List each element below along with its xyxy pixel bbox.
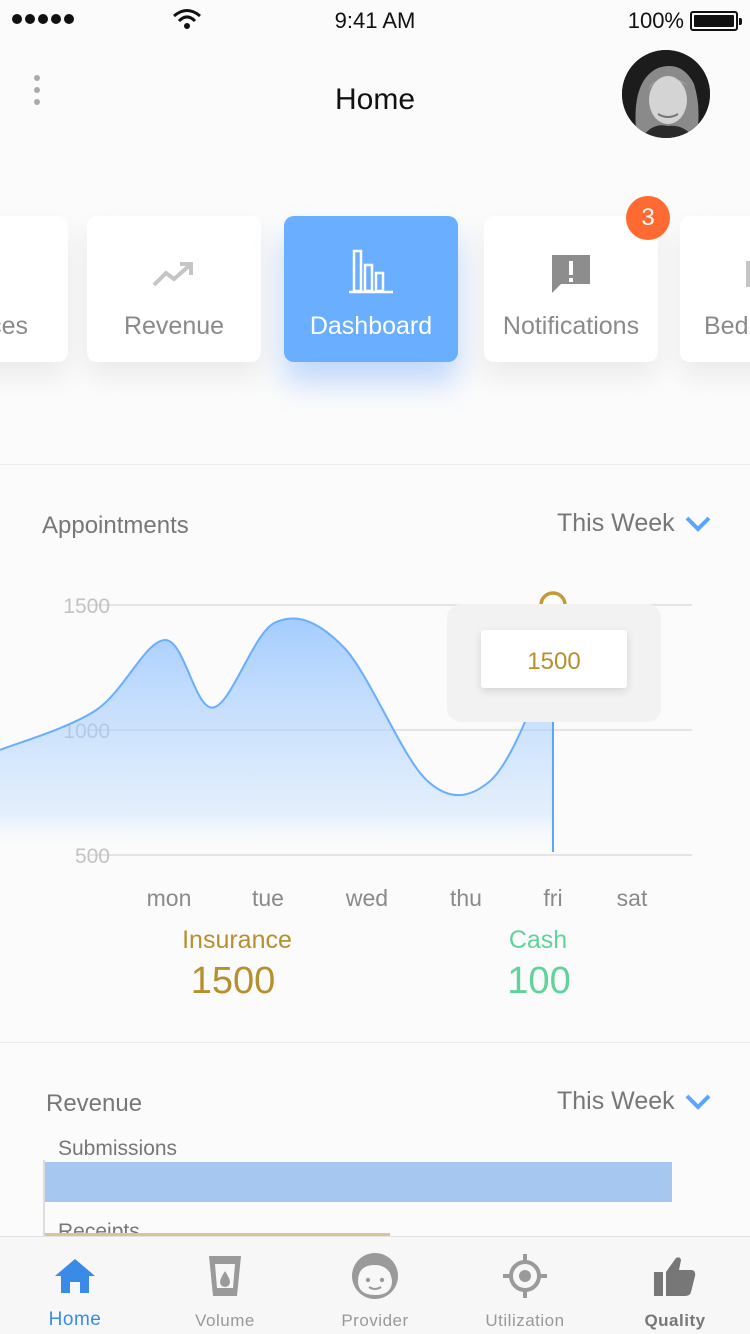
- tab-provider[interactable]: Provider: [300, 1237, 450, 1334]
- chevron-down-icon: [685, 516, 711, 532]
- bar-submissions: [45, 1162, 672, 1202]
- tile-services[interactable]: ces: [0, 216, 68, 362]
- tab-label: Utilization: [485, 1311, 565, 1330]
- bar-label-submissions: Submissions: [58, 1137, 178, 1160]
- appointments-title: Appointments: [42, 512, 189, 539]
- chart-tooltip: 1500: [447, 604, 661, 722]
- tile-label: Notifications: [502, 312, 640, 340]
- alert-message-icon: [484, 246, 658, 302]
- tab-utilization[interactable]: Utilization: [450, 1237, 600, 1334]
- range-label: This Week: [557, 509, 675, 537]
- range-label: This Week: [557, 1087, 675, 1115]
- battery-icon: [690, 11, 742, 31]
- tab-label: Volume: [195, 1311, 255, 1330]
- trend-up-icon: [87, 246, 261, 302]
- y-tick-label: 1500: [63, 595, 110, 618]
- target-icon: [450, 1251, 600, 1301]
- avatar[interactable]: [622, 50, 710, 138]
- tab-label: Provider: [341, 1311, 409, 1330]
- x-tick-label: wed: [345, 885, 388, 910]
- bar-chart-icon: [284, 242, 458, 298]
- tile-label: ces: [0, 312, 28, 340]
- section-divider: [0, 464, 750, 465]
- tile-dashboard[interactable]: Dashboard: [284, 216, 458, 362]
- revenue-range-dropdown[interactable]: This Week: [557, 1087, 711, 1116]
- tab-label: Quality: [644, 1311, 706, 1330]
- home-screen: 9:41 AM 100% Home ces Revenue: [0, 0, 750, 1334]
- section-divider: [0, 1042, 750, 1043]
- appointments-chart: 15001000500 1500 montuewedthufrisat: [0, 591, 692, 910]
- face-icon: [300, 1251, 450, 1301]
- tile-bed[interactable]: Bed: [680, 216, 750, 362]
- x-tick-label: sat: [617, 885, 648, 910]
- bottom-tab-bar: Home Volume Provider Utilization Quality: [0, 1236, 750, 1334]
- chevron-down-icon: [685, 1094, 711, 1110]
- cup-icon: [150, 1251, 300, 1301]
- x-tick-label: fri: [543, 885, 562, 910]
- category-tiles: ces Revenue Dashboard: [0, 216, 750, 362]
- tab-home[interactable]: Home: [0, 1237, 150, 1334]
- tile-notifications[interactable]: Notifications: [484, 216, 658, 362]
- tile-label: Revenue: [123, 312, 225, 340]
- bed-icon: [680, 246, 750, 302]
- insurance-value: 1500: [190, 960, 276, 1002]
- battery-percent: 100%: [627, 8, 684, 33]
- x-tick-label: mon: [147, 885, 192, 910]
- status-bar: 9:41 AM 100%: [0, 0, 750, 40]
- revenue-title: Revenue: [46, 1090, 143, 1117]
- tile-label: Dashboard: [309, 312, 433, 340]
- tab-quality[interactable]: Quality: [600, 1237, 750, 1334]
- notifications-badge: 3: [626, 196, 670, 240]
- cash-value: 100: [507, 960, 571, 1002]
- x-tick-label: thu: [450, 885, 482, 910]
- cash-label: Cash: [508, 926, 568, 954]
- tile-label: Bed: [704, 312, 749, 340]
- appointments-range-dropdown[interactable]: This Week: [557, 509, 711, 538]
- tile-revenue[interactable]: Revenue: [87, 216, 261, 362]
- home-icon: [0, 1251, 150, 1301]
- tooltip-value: 1500: [527, 648, 580, 675]
- thumbs-up-icon: [600, 1251, 750, 1301]
- tab-volume[interactable]: Volume: [150, 1237, 300, 1334]
- x-tick-label: tue: [252, 885, 284, 910]
- insurance-label: Insurance: [182, 926, 292, 954]
- tab-label: Home: [48, 1309, 102, 1330]
- avatar-image: [622, 50, 710, 138]
